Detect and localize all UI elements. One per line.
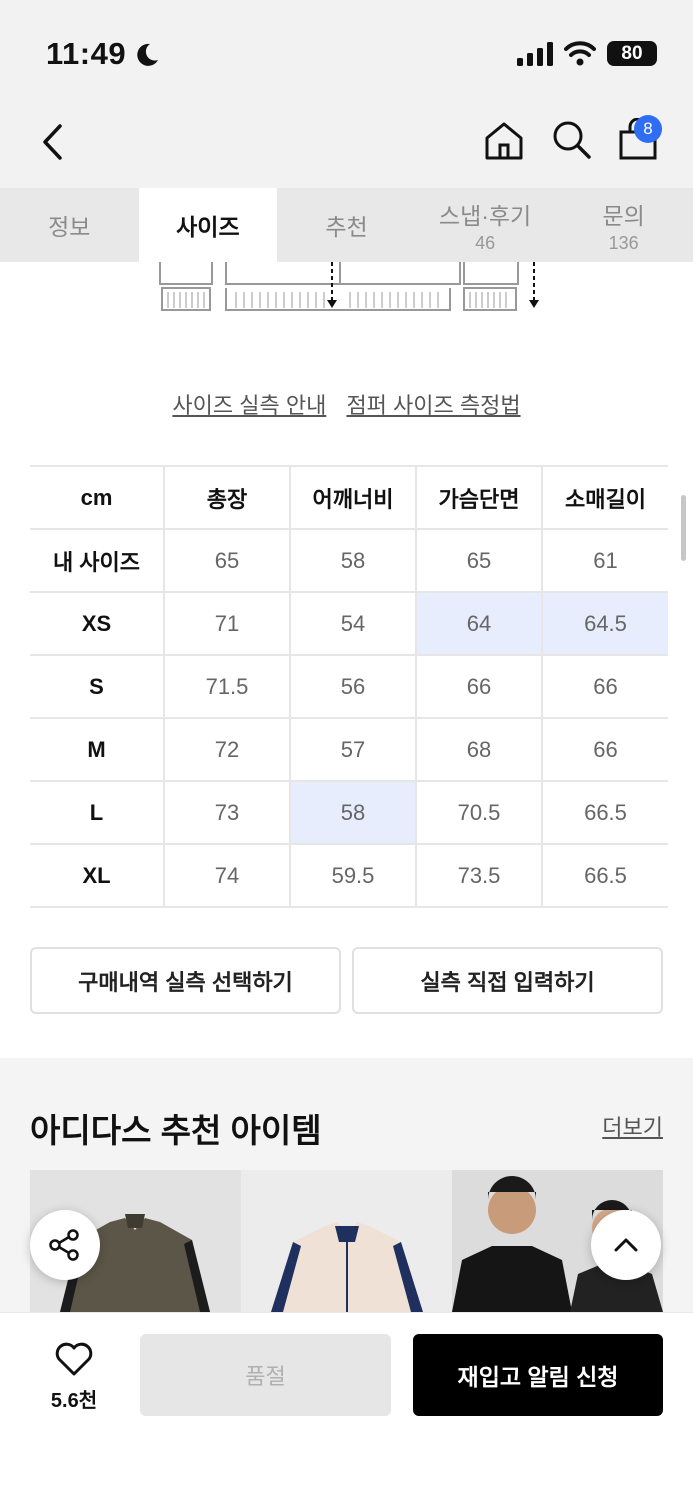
table-cell: 74 <box>164 844 291 908</box>
table-cell: 72 <box>164 718 291 782</box>
share-icon <box>49 1229 79 1261</box>
battery-indicator: 80 <box>607 41 657 66</box>
table-header-cell: cm <box>30 465 165 530</box>
table-cell: 65 <box>416 529 543 593</box>
select-purchase-history-measure-button[interactable]: 구매내역 실측 선택하기 <box>30 947 341 1014</box>
table-cell: L <box>30 781 165 845</box>
more-link[interactable]: 더보기 <box>602 1110 663 1142</box>
table-cell-highlighted: 58 <box>290 781 417 845</box>
tab-label: 추천 <box>325 214 368 240</box>
table-cell: 66 <box>542 718 668 782</box>
table-cell-highlighted: 64 <box>416 592 543 656</box>
wifi-icon <box>564 41 596 66</box>
table-cell: 59.5 <box>290 844 417 908</box>
recommend-section-title: 아디다스 추천 아이템 <box>30 1112 322 1149</box>
product-card[interactable] <box>241 1170 452 1312</box>
table-cell: M <box>30 718 165 782</box>
scrollbar[interactable] <box>681 495 686 561</box>
table-header-cell: 어깨너비 <box>290 465 417 530</box>
table-cell: 66 <box>416 655 543 719</box>
share-button[interactable] <box>30 1210 100 1280</box>
moon-icon <box>137 43 158 66</box>
like-button[interactable]: 5.6천 <box>46 1341 102 1413</box>
table-row: L 73 58 70.5 66.5 <box>30 781 668 845</box>
table-cell: 66.5 <box>542 781 668 845</box>
size-guide-links: 사이즈 실측 안내 점퍼 사이즈 측정법 <box>0 388 693 420</box>
table-cell: 54 <box>290 592 417 656</box>
table-cell-highlighted: 64.5 <box>542 592 668 656</box>
table-cell: XS <box>30 592 165 656</box>
jacket-measure-diagram <box>159 262 539 311</box>
table-row: S 71.5 56 66 66 <box>30 655 668 719</box>
tab-label: 스냅·후기 <box>438 202 532 229</box>
table-header-cell: 소매길이 <box>542 465 668 530</box>
table-cell: 56 <box>290 655 417 719</box>
cart-count-badge: 8 <box>634 115 662 143</box>
status-time: 11:49 <box>46 36 127 71</box>
table-cell: 68 <box>416 718 543 782</box>
table-cell: 58 <box>290 529 417 593</box>
table-cell: 73 <box>164 781 291 845</box>
table-cell: 57 <box>290 718 417 782</box>
table-cell: 71 <box>164 592 291 656</box>
tab-inquiry[interactable]: 문의 136 <box>554 188 693 262</box>
soldout-button: 품절 <box>140 1334 391 1416</box>
size-table: cm 총장 어깨너비 가슴단면 소매길이 내 사이즈 65 58 65 61 X… <box>30 465 668 908</box>
tab-recommend[interactable]: 추천 <box>277 188 416 262</box>
tab-label: 사이즈 <box>176 214 240 240</box>
status-bar: 11:49 80 <box>0 0 693 100</box>
size-measure-guide-link[interactable]: 사이즈 실측 안내 <box>172 393 326 418</box>
jumper-measure-method-link[interactable]: 점퍼 사이즈 측정법 <box>346 393 520 418</box>
tab-size[interactable]: 사이즈 <box>138 188 278 262</box>
like-count: 5.6천 <box>50 1390 98 1412</box>
search-icon[interactable] <box>550 118 594 162</box>
table-cell: 70.5 <box>416 781 543 845</box>
tab-count: 136 <box>608 232 639 253</box>
heart-icon <box>55 1342 93 1376</box>
table-cell: 66 <box>542 655 668 719</box>
bottom-action-bar: 5.6천 품절 재입고 알림 신청 <box>0 1312 693 1500</box>
table-cell: 내 사이즈 <box>30 529 165 593</box>
home-icon[interactable] <box>482 118 526 162</box>
table-header-row: cm 총장 어깨너비 가슴단면 소매길이 <box>30 465 668 530</box>
back-arrow-icon[interactable] <box>36 120 70 164</box>
product-image <box>271 1222 423 1312</box>
table-row: XL 74 59.5 73.5 66.5 <box>30 844 668 908</box>
table-cell: 65 <box>164 529 291 593</box>
table-cell: S <box>30 655 165 719</box>
tab-count: 46 <box>475 232 496 253</box>
tab-snap-review[interactable]: 스냅·후기 46 <box>416 188 555 262</box>
tab-info[interactable]: 정보 <box>0 188 139 262</box>
tab-label: 정보 <box>48 214 91 240</box>
table-row: XS 71 54 64 64.5 <box>30 592 668 656</box>
restock-alert-button[interactable]: 재입고 알림 신청 <box>413 1334 663 1416</box>
chevron-up-icon <box>614 1238 638 1252</box>
tab-label: 문의 <box>602 202 645 229</box>
table-cell: 61 <box>542 529 668 593</box>
table-row: 내 사이즈 65 58 65 61 <box>30 529 668 593</box>
scroll-to-top-button[interactable] <box>591 1210 661 1280</box>
table-header-cell: 총장 <box>164 465 291 530</box>
table-cell: 73.5 <box>416 844 543 908</box>
section-tabs: 정보 사이즈 추천 스냅·후기 46 문의 136 <box>0 188 693 262</box>
table-cell: 71.5 <box>164 655 291 719</box>
nav-bar: 8 <box>0 100 693 188</box>
table-header-cell: 가슴단면 <box>416 465 543 530</box>
cellular-signal-icon <box>517 42 553 66</box>
table-cell: 66.5 <box>542 844 668 908</box>
table-cell: XL <box>30 844 165 908</box>
manual-measure-input-button[interactable]: 실측 직접 입력하기 <box>352 947 663 1014</box>
table-row: M 72 57 68 66 <box>30 718 668 782</box>
